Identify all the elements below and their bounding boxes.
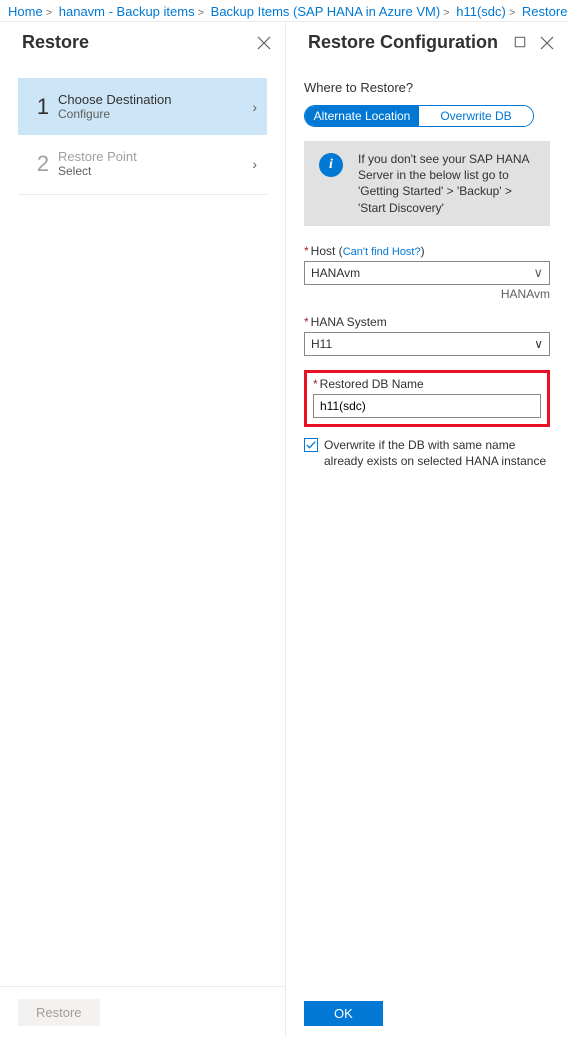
restore-pane-title: Restore xyxy=(22,32,89,53)
restore-steps-pane: Restore 1 Choose Destination Configure ›… xyxy=(0,22,286,1038)
step-number-2: 2 xyxy=(28,151,58,177)
step-choose-destination[interactable]: 1 Choose Destination Configure › xyxy=(18,78,267,135)
bc-home[interactable]: Home xyxy=(8,4,43,19)
bc-item-3[interactable]: h11(sdc) xyxy=(456,4,506,19)
overwrite-checkbox-label: Overwrite if the DB with same name alrea… xyxy=(324,437,550,469)
breadcrumb: Home> hanavm - Backup items> Backup Item… xyxy=(0,0,568,21)
step-2-sub: Select xyxy=(58,164,252,178)
maximize-icon[interactable] xyxy=(514,36,528,50)
toggle-alternate-location[interactable]: Alternate Location xyxy=(305,106,419,126)
cant-find-host-link[interactable]: Can't find Host? xyxy=(343,246,421,258)
bc-item-4[interactable]: Restore xyxy=(522,4,568,19)
where-to-restore-label: Where to Restore? xyxy=(304,80,550,95)
restored-db-label: *Restored DB Name xyxy=(313,377,541,391)
close-icon[interactable] xyxy=(540,36,554,50)
chevron-down-icon: ∨ xyxy=(533,265,543,281)
ok-button[interactable]: OK xyxy=(304,1001,383,1026)
overwrite-checkbox[interactable] xyxy=(304,438,318,452)
toggle-overwrite-db[interactable]: Overwrite DB xyxy=(419,106,533,126)
restore-config-pane: Restore Configuration Where to Restore? … xyxy=(286,22,568,1038)
hana-system-dropdown[interactable]: H11 ∨ xyxy=(304,332,550,356)
step-number-1: 1 xyxy=(28,94,58,120)
restore-button[interactable]: Restore xyxy=(18,999,100,1026)
info-banner: i If you don't see your SAP HANA Server … xyxy=(304,141,550,226)
chevron-right-icon: › xyxy=(252,156,257,172)
step-1-sub: Configure xyxy=(58,107,252,121)
info-text: If you don't see your SAP HANA Server in… xyxy=(358,151,540,216)
host-label: *Host (Can't find Host?) xyxy=(304,244,550,258)
config-pane-title: Restore Configuration xyxy=(308,32,498,53)
chevron-down-icon: ∨ xyxy=(534,337,543,351)
step-2-title: Restore Point xyxy=(58,149,252,164)
close-icon[interactable] xyxy=(257,36,271,50)
restored-db-input[interactable] xyxy=(313,394,541,418)
hana-system-label: *HANA System xyxy=(304,315,550,329)
bc-item-2[interactable]: Backup Items (SAP HANA in Azure VM) xyxy=(211,4,441,19)
bc-item-1[interactable]: hanavm - Backup items xyxy=(59,4,195,19)
host-dropdown[interactable]: HANAvm ∨ xyxy=(304,261,550,285)
info-icon: i xyxy=(319,153,343,177)
host-helper-text: HANAvm xyxy=(304,287,550,301)
hana-system-value: H11 xyxy=(311,337,332,351)
chevron-right-icon: › xyxy=(252,99,257,115)
step-1-title: Choose Destination xyxy=(58,92,252,107)
step-restore-point[interactable]: 2 Restore Point Select › xyxy=(18,135,267,192)
restored-db-highlight: *Restored DB Name xyxy=(304,370,550,427)
host-value: HANAvm xyxy=(311,266,360,280)
restore-mode-toggle: Alternate Location Overwrite DB xyxy=(304,105,534,127)
